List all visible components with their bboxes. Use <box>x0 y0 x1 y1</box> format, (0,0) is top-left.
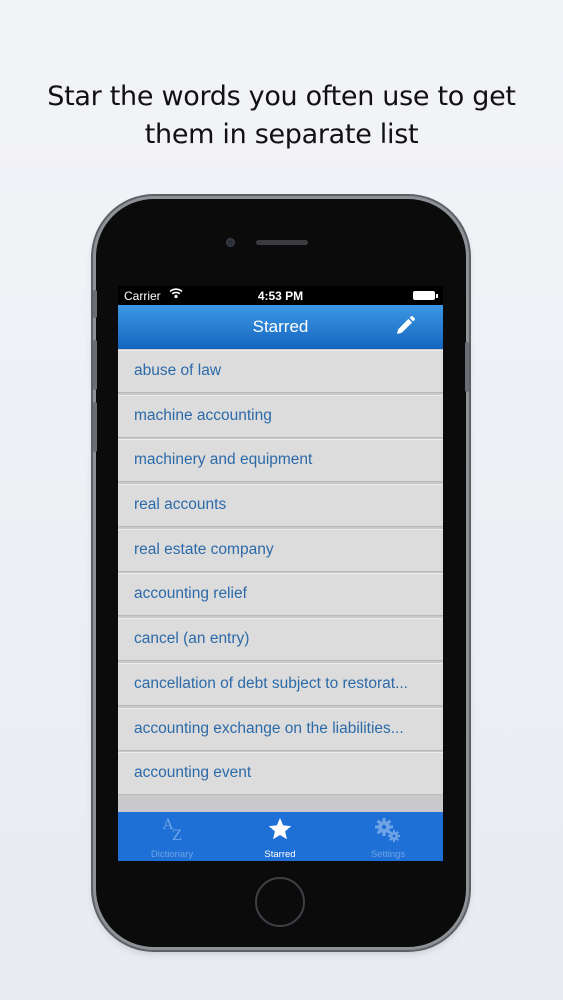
svg-text:Z: Z <box>172 828 182 842</box>
volume-up-button <box>93 340 97 390</box>
list-item[interactable]: accounting exchange on the liabilities..… <box>118 707 443 751</box>
pencil-icon[interactable] <box>393 314 417 338</box>
list-item[interactable]: cancellation of debt subject to restorat… <box>118 662 443 706</box>
list-item-label: accounting exchange on the liabilities..… <box>134 719 404 737</box>
power-button <box>465 342 469 392</box>
list-item[interactable]: real accounts <box>118 484 443 528</box>
tab-starred[interactable]: Starred <box>226 812 334 861</box>
front-camera <box>226 238 235 247</box>
gears-icon <box>334 816 442 842</box>
list-item-label: accounting relief <box>134 585 247 603</box>
tab-bar: A Z Dictionary Starred Settings <box>118 812 443 861</box>
list-item-label: real estate company <box>134 540 274 558</box>
list-item-label: accounting event <box>134 764 252 782</box>
list-item[interactable]: cancel (an entry) <box>118 618 443 662</box>
list-item[interactable]: machinery and equipment <box>118 439 443 483</box>
star-icon <box>226 816 334 842</box>
mute-switch <box>93 290 97 318</box>
nav-bar: Starred <box>118 305 443 349</box>
status-time: 4:53 PM <box>257 289 304 303</box>
az-icon: A Z <box>118 816 226 844</box>
promo-headline: Star the words you often use to get them… <box>0 78 563 154</box>
list-item[interactable]: accounting event <box>118 752 443 796</box>
list-item-label: real accounts <box>134 496 227 514</box>
earpiece-speaker <box>256 240 308 245</box>
tab-dictionary[interactable]: A Z Dictionary <box>118 812 226 861</box>
promo-line-1: Star the words you often use to get <box>47 81 516 112</box>
app-screen: Carrier 4:53 PM Starred abuse of law mac… <box>118 286 443 861</box>
list-item-label: cancellation of debt subject to restorat… <box>134 674 408 692</box>
list-item-label: abuse of law <box>134 362 222 379</box>
volume-down-button <box>93 402 97 452</box>
list-item[interactable]: real estate company <box>118 528 443 572</box>
status-bar: Carrier 4:53 PM <box>118 286 443 305</box>
tab-settings[interactable]: Settings <box>334 812 442 861</box>
starred-list: abuse of law machine accounting machiner… <box>118 350 443 796</box>
tab-label: Settings <box>370 849 406 860</box>
tab-label: Dictionary <box>150 849 194 860</box>
list-item[interactable]: accounting relief <box>118 573 443 617</box>
list-item-label: machinery and equipment <box>134 451 313 469</box>
list-item[interactable]: machine accounting <box>118 394 443 438</box>
battery-icon <box>413 291 438 300</box>
list-item-label: machine accounting <box>134 406 272 424</box>
list-item[interactable]: abuse of law <box>118 350 443 393</box>
tab-label: Starred <box>264 849 296 860</box>
promo-line-2: them in separate list <box>144 119 419 150</box>
list-item-label: cancel (an entry) <box>134 630 250 648</box>
home-button[interactable] <box>255 877 305 927</box>
